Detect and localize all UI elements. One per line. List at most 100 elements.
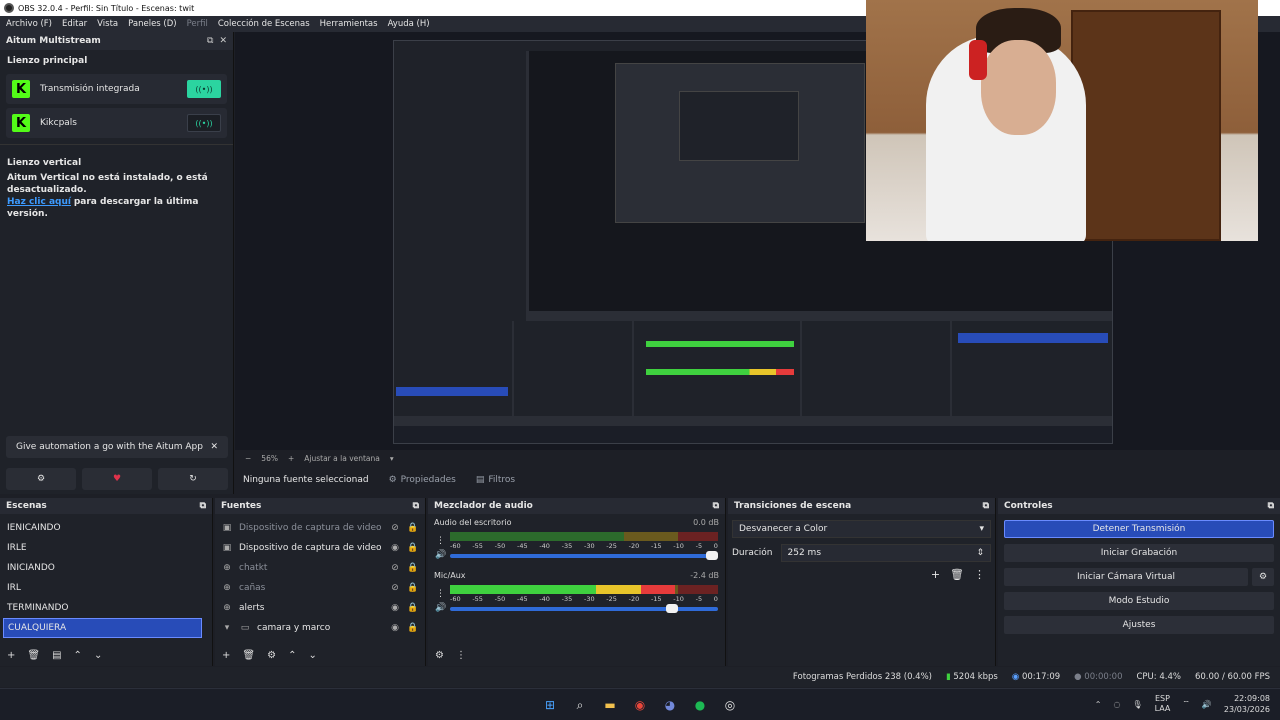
chevron-down-icon[interactable]: ▾ [390, 454, 394, 463]
kebab-icon[interactable]: ⋮ [436, 536, 445, 546]
add-icon[interactable]: + [7, 650, 15, 661]
menu-vista[interactable]: Vista [97, 19, 118, 29]
lock-icon[interactable]: 🔒 [407, 523, 419, 533]
undock-icon[interactable]: ⧉ [200, 501, 206, 511]
menu-archivo[interactable]: Archivo (F) [6, 19, 52, 29]
scene-item[interactable]: IENICAINDO [0, 518, 212, 538]
volume-knob[interactable] [665, 604, 678, 613]
scene-item[interactable]: IRLE [0, 538, 212, 558]
volume-slider[interactable] [450, 551, 718, 560]
gear-icon[interactable]: ⚙ [267, 650, 276, 661]
trash-icon[interactable]: 🗑 [242, 650, 255, 661]
add-icon[interactable]: + [931, 568, 940, 581]
obs-icon[interactable]: ◎ [720, 695, 740, 715]
scene-item[interactable]: TERMINANDO [0, 598, 212, 618]
zoom-in-icon[interactable]: + [288, 454, 294, 463]
speaker-icon[interactable]: 🔊 [435, 603, 446, 613]
virtual-camera-button[interactable]: Iniciar Cámara Virtual [1004, 568, 1248, 586]
discord-icon[interactable]: ◕ [660, 695, 680, 715]
kebab-icon[interactable]: ⋮ [436, 589, 445, 599]
undock-icon[interactable]: ⧉ [413, 501, 419, 511]
chevron-up-icon[interactable]: ⌃ [1095, 700, 1102, 709]
transition-select[interactable]: Desvanecer a Color ▾ [732, 520, 991, 538]
lock-icon[interactable]: 🔒 [407, 623, 419, 633]
advanced-audio-icon[interactable]: ⚙ [435, 650, 444, 661]
eye-icon[interactable]: ◉ [389, 543, 401, 553]
undock-icon[interactable]: ⧉ [1268, 501, 1274, 511]
source-item[interactable]: ⊕ alerts ◉ 🔒 [215, 598, 425, 618]
trash-icon[interactable]: 🗑 [27, 650, 40, 661]
stream-toggle-button[interactable]: ((•)) [187, 114, 221, 132]
folder-icon[interactable]: ▬ [600, 695, 620, 715]
undock-icon[interactable]: ⧉ [207, 36, 213, 46]
duration-input[interactable]: 252 ms ⇕ [780, 544, 991, 562]
source-item[interactable]: ▾ ▭ camara y marco ◉ 🔒 [215, 618, 425, 638]
wifi-icon[interactable]: ⌔ [1182, 699, 1190, 709]
gear-icon[interactable]: ⚙ [1252, 568, 1274, 586]
up-icon[interactable]: ⌃ [288, 650, 296, 661]
refresh-button[interactable]: ↻ [158, 468, 228, 490]
scene-item-selected[interactable]: CUALQUIERA [3, 618, 202, 638]
filter-icon[interactable]: ▤ [52, 650, 61, 661]
menu-editar[interactable]: Editar [62, 19, 87, 29]
eye-icon[interactable]: ◉ [389, 623, 401, 633]
lock-icon[interactable]: 🔒 [407, 543, 419, 553]
kebab-icon[interactable]: ⋮ [456, 650, 466, 661]
menu-paneles[interactable]: Paneles (D) [128, 19, 176, 29]
chrome-icon[interactable]: ◉ [630, 695, 650, 715]
close-icon[interactable]: ✕ [1262, 0, 1280, 14]
down-icon[interactable]: ⌄ [94, 650, 102, 661]
menu-ayuda[interactable]: Ayuda (H) [388, 19, 430, 29]
scene-item[interactable]: INICIANDO [0, 558, 212, 578]
undock-icon[interactable]: ⧉ [983, 501, 989, 511]
stream-toggle-button[interactable]: ((•)) [187, 80, 221, 98]
down-icon[interactable]: ⌄ [308, 650, 316, 661]
lock-icon[interactable]: 🔒 [407, 563, 419, 573]
speaker-icon[interactable]: 🔊 [435, 550, 446, 560]
stop-stream-button[interactable]: Detener Transmisión [1004, 520, 1274, 538]
lock-icon[interactable]: 🔒 [407, 583, 419, 593]
studio-mode-button[interactable]: Modo Estudio [1004, 592, 1274, 610]
filters-button[interactable]: ▤ Filtros [476, 475, 515, 485]
add-icon[interactable]: + [222, 650, 230, 661]
eye-hidden-icon[interactable]: ⊘ [389, 563, 401, 573]
search-icon[interactable]: ⌕ [570, 695, 590, 715]
eye-hidden-icon[interactable]: ⊘ [389, 523, 401, 533]
source-item[interactable]: ▣ Dispositivo de captura de video ◉ 🔒 [215, 538, 425, 558]
eye-icon[interactable]: ◉ [389, 603, 401, 613]
download-link[interactable]: Haz clic aquí [7, 197, 71, 207]
start-recording-button[interactable]: Iniciar Grabación [1004, 544, 1274, 562]
chevron-down-icon[interactable]: ▾ [221, 623, 233, 633]
scene-item[interactable]: IRL [0, 578, 212, 598]
spotify-icon[interactable]: ● [690, 695, 710, 715]
up-icon[interactable]: ⌃ [74, 650, 82, 661]
close-dock-icon[interactable]: ✕ [219, 36, 227, 46]
menu-herramientas[interactable]: Herramientas [320, 19, 378, 29]
menu-perfil[interactable]: Perfil [187, 19, 208, 29]
settings-button[interactable]: Ajustes [1004, 616, 1274, 634]
menu-coleccion[interactable]: Colección de Escenas [218, 19, 310, 29]
volume-knob[interactable] [706, 551, 718, 560]
language-indicator[interactable]: ESP LAA [1155, 694, 1171, 714]
source-item[interactable]: ⊕ cañas ⊘ 🔒 [215, 578, 425, 598]
trash-icon[interactable]: 🗑 [950, 568, 964, 581]
fit-window-label[interactable]: Ajustar a la ventana [304, 454, 380, 463]
settings-button[interactable]: ⚙ [6, 468, 76, 490]
heart-button[interactable]: ♥ [82, 468, 152, 490]
windows-icon[interactable]: ⊞ [540, 695, 560, 715]
lock-icon[interactable]: 🔒 [407, 603, 419, 613]
close-icon[interactable]: ✕ [210, 442, 218, 452]
spinner-icon[interactable]: ⇕ [976, 548, 984, 558]
eye-hidden-icon[interactable]: ⊘ [389, 583, 401, 593]
source-item[interactable]: ▣ Dispositivo de captura de video ⊘ 🔒 [215, 518, 425, 538]
volume-icon[interactable]: 🔊 [1202, 700, 1212, 709]
properties-button[interactable]: ⚙ Propiedades [389, 475, 456, 485]
zoom-out-icon[interactable]: − [245, 454, 251, 463]
undock-icon[interactable]: ⧉ [713, 501, 719, 511]
source-item[interactable]: ⊕ chatkt ⊘ 🔒 [215, 558, 425, 578]
clock[interactable]: 22:09:08 23/03/2026 [1224, 693, 1270, 715]
mic-icon[interactable]: 🎙 [1132, 700, 1142, 709]
network-icon[interactable]: ◌ [1113, 700, 1120, 709]
volume-slider[interactable] [450, 604, 718, 613]
kebab-icon[interactable]: ⋮ [974, 568, 985, 581]
